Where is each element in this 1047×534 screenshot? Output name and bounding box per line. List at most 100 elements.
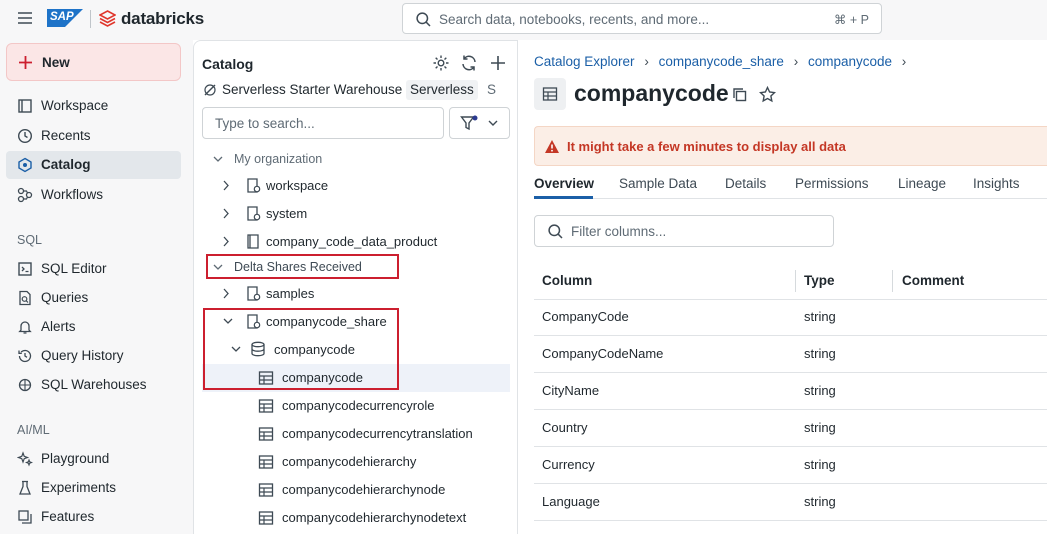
- row-divider: [534, 483, 1047, 484]
- nav-item-alerts[interactable]: Alerts: [6, 313, 181, 341]
- warehouse-size: S: [487, 82, 497, 97]
- tree-item-samples[interactable]: samples: [202, 280, 510, 308]
- tab-lineage[interactable]: Lineage: [898, 176, 946, 191]
- catalog-search-placeholder: Type to search...: [215, 116, 315, 131]
- tree-table-companycodecurrencyrole[interactable]: companycodecurrencyrole: [202, 392, 510, 420]
- nav-item-query-history[interactable]: Query History: [6, 342, 181, 370]
- table-cell-column: CityName: [542, 383, 600, 398]
- tree-group-my-organization[interactable]: My organization: [202, 146, 510, 174]
- catalog-search-input[interactable]: Type to search...: [202, 107, 444, 139]
- row-divider: [534, 446, 1047, 447]
- breadcrumb-separator: ›: [793, 54, 799, 69]
- warehouse-name[interactable]: Serverless Starter Warehouse: [222, 82, 402, 97]
- refresh-icon[interactable]: [460, 54, 478, 72]
- page-title: companycode: [574, 80, 729, 106]
- table-cell-column: CompanyCodeName: [542, 346, 664, 361]
- gear-icon[interactable]: [432, 54, 450, 72]
- catalog-icon: [18, 157, 32, 173]
- nav-section-aiml: AI/ML: [17, 423, 50, 437]
- sparkle-icon: [17, 451, 33, 467]
- nav-item-recents[interactable]: Recents: [6, 122, 181, 150]
- nav-item-sql-editor[interactable]: SQL Editor: [6, 255, 181, 283]
- chevron-right-icon: [223, 288, 229, 299]
- catalog-icon: [247, 234, 259, 249]
- row-divider: [534, 372, 1047, 373]
- brand-name[interactable]: databricks: [121, 9, 204, 29]
- row-divider: [534, 335, 1047, 336]
- tree-item-system[interactable]: system: [202, 200, 510, 228]
- catalog-icon: [247, 178, 261, 193]
- table-icon: [534, 78, 566, 110]
- add-icon[interactable]: [489, 54, 507, 72]
- column-header-comment[interactable]: Comment: [902, 273, 964, 288]
- table-cell-column: CompanyCode: [542, 309, 629, 324]
- star-icon[interactable]: [759, 86, 776, 103]
- table-cell-type: string: [804, 383, 836, 398]
- menu-icon[interactable]: [17, 11, 33, 25]
- shared-catalog-icon: [247, 286, 261, 301]
- nav-item-workflows[interactable]: Workflows: [6, 181, 181, 209]
- nav-item-queries[interactable]: Queries: [6, 284, 181, 312]
- copy-icon[interactable]: [732, 87, 748, 103]
- warning-banner: It might take a few minutes to display a…: [534, 126, 1047, 166]
- tab-details[interactable]: Details: [725, 176, 766, 191]
- row-divider: [534, 520, 1047, 521]
- table-cell-type: string: [804, 457, 836, 472]
- filter-button[interactable]: [449, 107, 510, 139]
- table-cell-type: string: [804, 494, 836, 509]
- warning-icon: [545, 140, 559, 153]
- warehouse-icon: [18, 378, 32, 392]
- breadcrumb-share[interactable]: companycode_share: [659, 54, 784, 69]
- table-icon: [258, 483, 274, 497]
- warehouse-tag: Serverless: [406, 80, 478, 100]
- global-search-input[interactable]: Search data, notebooks, recents, and mor…: [402, 3, 882, 34]
- header-divider: [534, 299, 1047, 300]
- breadcrumb-catalog-explorer[interactable]: Catalog Explorer: [534, 54, 635, 69]
- search-icon: [548, 224, 563, 239]
- clock-icon: [17, 128, 33, 144]
- databricks-logo-icon: [99, 10, 116, 27]
- sql-editor-icon: [18, 262, 32, 276]
- column-divider[interactable]: [795, 270, 796, 292]
- table-cell-column: Language: [542, 494, 600, 509]
- chevron-right-icon: [223, 180, 229, 191]
- new-button[interactable]: New: [6, 43, 181, 81]
- active-tab-indicator: [534, 196, 593, 199]
- chevron-down-icon: [213, 156, 223, 162]
- search-placeholder: Search data, notebooks, recents, and mor…: [439, 12, 710, 27]
- table-cell-type: string: [804, 346, 836, 361]
- tab-overview[interactable]: Overview: [534, 176, 594, 191]
- tab-sample-data[interactable]: Sample Data: [619, 176, 697, 191]
- bell-icon: [18, 321, 32, 334]
- table-icon: [258, 511, 274, 525]
- table-cell-type: string: [804, 420, 836, 435]
- breadcrumb-schema[interactable]: companycode: [808, 54, 892, 69]
- filter-icon: [460, 115, 478, 131]
- nav-item-sql-warehouses[interactable]: SQL Warehouses: [6, 371, 181, 399]
- tree-table-companycodehierarchynode[interactable]: companycodehierarchynode: [202, 476, 510, 504]
- filter-columns-placeholder: Filter columns...: [571, 224, 667, 239]
- nav-item-features[interactable]: Features: [6, 503, 181, 531]
- column-divider[interactable]: [892, 270, 893, 292]
- tree-table-companycodecurrencytranslation[interactable]: companycodecurrencytranslation: [202, 420, 510, 448]
- tree-table-companycodehierarchy[interactable]: companycodehierarchy: [202, 448, 510, 476]
- tab-permissions[interactable]: Permissions: [795, 176, 869, 191]
- tree-item-company-code-data-product[interactable]: company_code_data_product: [202, 228, 510, 256]
- nav-item-experiments[interactable]: Experiments: [6, 474, 181, 502]
- tree-table-companycodehierarchynodetext[interactable]: companycodehierarchynodetext: [202, 504, 510, 532]
- column-header-type[interactable]: Type: [804, 273, 835, 288]
- tree-item-workspace[interactable]: workspace: [202, 172, 510, 200]
- divider: [90, 10, 91, 28]
- nav-item-playground[interactable]: Playground: [6, 445, 181, 473]
- breadcrumb-separator: ›: [644, 54, 649, 69]
- tab-insights[interactable]: Insights: [973, 176, 1020, 191]
- search-icon: [416, 12, 431, 27]
- table-icon: [258, 427, 274, 441]
- column-header-column[interactable]: Column: [542, 273, 592, 288]
- flask-icon: [19, 480, 31, 495]
- history-icon: [18, 349, 32, 363]
- sap-logo: SAP: [47, 9, 83, 27]
- nav-item-workspace[interactable]: Workspace: [6, 92, 181, 120]
- filter-columns-input[interactable]: Filter columns...: [534, 215, 834, 247]
- nav-item-catalog[interactable]: Catalog: [6, 151, 181, 179]
